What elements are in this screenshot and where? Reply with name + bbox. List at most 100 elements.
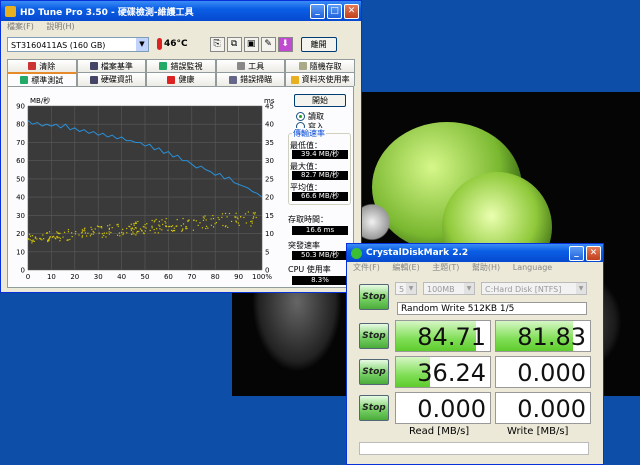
drive-select[interactable]: C:Hard Disk [NTFS] ▼	[481, 282, 587, 295]
access-time-point	[182, 217, 184, 220]
app-icon	[351, 247, 362, 259]
minimize-icon[interactable]: _	[569, 245, 584, 261]
menu-help[interactable]: 說明(H)	[46, 22, 74, 31]
minimize-icon[interactable]: _	[310, 3, 325, 19]
access-time-point	[90, 226, 92, 228]
access-time-point	[110, 231, 112, 234]
x-tick-label: 20	[70, 273, 79, 281]
close-icon[interactable]: ✕	[586, 245, 601, 261]
access-time-point	[131, 227, 133, 229]
access-time-point	[201, 227, 204, 229]
access-time-label: 存取時間：	[288, 215, 328, 224]
access-time-point	[168, 225, 170, 228]
burst-rate-value: 50.3 MB/秒	[292, 251, 348, 260]
rand512-write-value: 0.000	[517, 359, 586, 387]
thermometer-icon	[157, 38, 162, 50]
access-time-point	[155, 218, 157, 220]
stop-512k-button[interactable]: Stop	[359, 359, 389, 385]
stop-all-button[interactable]: Stop	[359, 284, 389, 310]
access-time-point	[159, 228, 161, 230]
access-time-point	[180, 225, 182, 227]
y-right-tick-label: 25	[265, 175, 274, 183]
cdm-titlebar[interactable]: CrystalDiskMark 2.2 _ ✕	[347, 244, 603, 262]
access-time-point	[128, 225, 130, 227]
menu-file[interactable]: 檔案(F)	[7, 22, 34, 31]
size-select[interactable]: 100MB ▼	[423, 282, 475, 295]
access-time-point	[121, 231, 123, 234]
close-icon[interactable]: ✕	[344, 3, 359, 19]
access-time-point	[192, 229, 195, 231]
menu-file[interactable]: 文件(F)	[353, 263, 380, 272]
maximize-icon[interactable]: □	[327, 3, 342, 19]
menu-edit[interactable]: 編輯(E)	[392, 263, 419, 272]
access-time-point	[217, 216, 219, 219]
erase-icon	[28, 62, 37, 70]
access-time-point	[31, 240, 33, 242]
access-time-point	[109, 224, 111, 226]
x-tick-label: 40	[117, 273, 126, 281]
tab-file-benchmark[interactable]: 檔案基準	[76, 59, 147, 72]
access-time-point	[67, 239, 69, 241]
tab-label: 健康	[178, 75, 195, 84]
download-icon[interactable]: ⬇	[277, 36, 293, 52]
access-time-point	[250, 220, 252, 223]
access-time-point	[118, 232, 121, 234]
exit-button[interactable]: 離開	[300, 36, 337, 52]
access-time-point	[82, 230, 84, 232]
access-time-point	[138, 230, 140, 233]
access-time-point	[212, 217, 215, 220]
start-button[interactable]: 開始	[294, 94, 346, 107]
copy-icon[interactable]: ⎘	[209, 36, 225, 52]
access-time-point	[207, 227, 209, 229]
menu-theme[interactable]: 主題(T)	[432, 263, 459, 272]
search-icon	[229, 75, 238, 84]
access-time-point	[47, 239, 49, 241]
access-time-point	[145, 227, 147, 229]
access-time-point	[234, 216, 236, 219]
access-time-point	[210, 224, 213, 226]
cdm-menu-bar: 文件(F) 編輯(E) 主題(T) 幫助(H) Language	[347, 262, 603, 274]
burst-rate-label: 突發速率	[288, 241, 320, 250]
tab-folder-usage[interactable]: 資料夾使用率	[285, 72, 355, 86]
menu-help[interactable]: 幫助(H)	[472, 263, 500, 272]
tab-error-monitor[interactable]: 錯誤監視	[146, 59, 216, 72]
tab-erase[interactable]: 清除	[7, 59, 77, 72]
access-time-value: 16.6 ms	[292, 226, 348, 235]
y-right-tick-label: 20	[265, 194, 274, 202]
options-icon[interactable]: ✎	[260, 36, 276, 52]
file-icon	[89, 62, 98, 70]
access-time-point	[33, 240, 35, 242]
tab-benchmark[interactable]: 標準測試	[7, 72, 77, 86]
access-time-point	[99, 226, 101, 228]
access-time-point	[96, 225, 99, 227]
access-time-point	[185, 226, 187, 228]
access-time-point	[197, 224, 199, 226]
tab-info[interactable]: 硬碟資訊	[76, 72, 147, 86]
tab-label: 標準測試	[31, 75, 64, 85]
access-time-point	[144, 226, 146, 228]
copy-all-icon[interactable]: ⧉	[226, 36, 242, 52]
access-time-point	[101, 233, 104, 235]
access-time-point	[63, 231, 66, 233]
tab-health[interactable]: 健康	[146, 72, 216, 86]
hdtune-titlebar[interactable]: HD Tune Pro 3.50 - 硬碟檢測-維護工具 _ □ ✕	[1, 1, 361, 21]
access-time-point	[164, 220, 166, 223]
count-select[interactable]: 5 ▼	[395, 282, 417, 295]
access-time-point	[130, 229, 133, 231]
tab-error-scan[interactable]: 錯誤掃瞄	[215, 72, 286, 86]
access-time-point	[254, 212, 256, 214]
tab-random-access[interactable]: 隨機存取	[285, 59, 355, 72]
stop-4k-button[interactable]: Stop	[359, 395, 389, 421]
save-icon[interactable]: ▣	[243, 36, 259, 52]
random-access-icon	[298, 62, 307, 70]
access-time-point	[251, 220, 253, 222]
menu-language[interactable]: Language	[513, 263, 552, 272]
drive-select[interactable]: ST3160411AS (160 GB) ▼	[7, 36, 149, 52]
chevron-down-icon[interactable]: ▼	[136, 37, 148, 51]
stop-seq-button[interactable]: Stop	[359, 323, 389, 349]
tab-tools[interactable]: 工具	[215, 59, 286, 72]
y-right-tick-label: 10	[265, 230, 274, 238]
access-time-point	[122, 233, 124, 236]
access-time-point	[154, 232, 156, 234]
access-time-point	[48, 239, 50, 241]
